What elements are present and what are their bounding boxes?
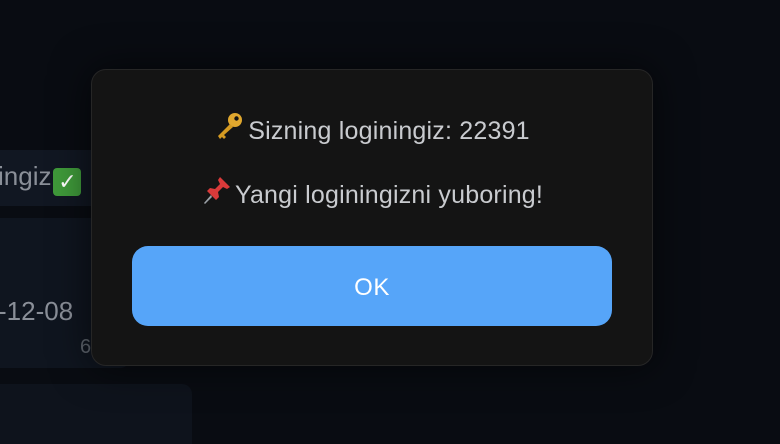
login-message-text: Sizning loginingiz: 22391	[248, 117, 530, 145]
alert-dialog: Sizning loginingiz: 22391 Yangi logining…	[91, 69, 653, 366]
login-message: Sizning loginingiz: 22391	[92, 110, 652, 149]
chat-message-time: 6	[80, 336, 92, 358]
check-mark-icon: ✓	[53, 168, 82, 196]
chat-bubble	[0, 384, 192, 444]
chat-message-text: ingiz ✓	[0, 161, 82, 196]
chat-message-fragment: ingiz	[0, 161, 52, 191]
chat-message-date: -12-08	[0, 296, 74, 326]
instruction-message-text: Yangi loginingizni yuboring!	[234, 181, 544, 209]
instruction-message: Yangi loginingizni yuboring!	[92, 174, 652, 213]
key-icon	[214, 110, 246, 149]
ok-button[interactable]: OK	[132, 246, 612, 326]
app-screen: ingiz ✓ -12-08 6 Sizning loginingiz: 2239…	[0, 0, 780, 444]
pushpin-icon	[201, 174, 233, 213]
